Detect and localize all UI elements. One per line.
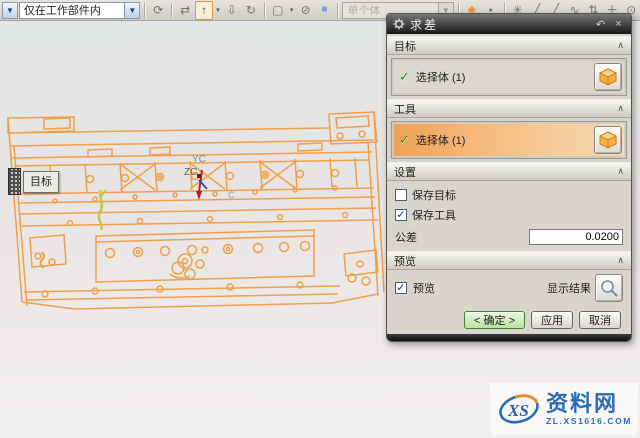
keep-tool-label: 保存工具 — [412, 207, 456, 223]
watermark-site-name: 资料网 — [546, 393, 632, 415]
show-result-button[interactable] — [595, 274, 623, 302]
refresh-icon[interactable]: ⟳ — [149, 2, 167, 19]
logo-text: XS — [507, 401, 529, 420]
keep-tool-checkbox[interactable]: ✓ — [395, 209, 407, 221]
cube-icon — [598, 130, 618, 150]
target-select-list: ✓ 选择体 (1) — [391, 58, 627, 96]
collapse-icon[interactable]: ∧ — [617, 255, 624, 266]
toolbar-dropdown-button[interactable]: ▼ — [2, 2, 18, 19]
tolerance-input[interactable] — [529, 229, 623, 245]
tolerance-row: 公差 — [387, 225, 631, 251]
show-result-label: 显示结果 — [547, 280, 591, 296]
dialog-title-bar[interactable]: 求差 ↶ × — [387, 14, 631, 34]
close-icon[interactable]: × — [612, 18, 625, 30]
orient-up-icon[interactable]: ↑ — [195, 1, 213, 20]
collapse-icon[interactable]: ∧ — [617, 166, 624, 177]
rotate-view-icon[interactable]: ↻ — [242, 2, 260, 19]
toolbar-separator — [264, 3, 265, 18]
watermark-site-url: ZL.XS1616.COM — [546, 417, 632, 426]
xc-axis-label: C — [228, 190, 235, 200]
snap-move-icon[interactable]: ⇩ — [223, 2, 241, 19]
cancel-button[interactable]: 取消 — [579, 311, 621, 329]
preview-label: 预览 — [413, 280, 435, 296]
keep-target-row: 保存目标 — [387, 185, 631, 205]
tooltip-label: 目标 — [23, 171, 59, 193]
selection-scope-combo[interactable]: 仅在工作部件内 ▼ — [19, 2, 140, 19]
keep-target-checkbox[interactable] — [395, 189, 407, 201]
tooltip-grip-icon[interactable] — [8, 168, 21, 195]
mold-wireframe-lines — [8, 112, 384, 309]
tool-select-label: 选择体 (1) — [416, 132, 466, 148]
subtract-dialog: 求差 ↶ × 目标 ∧ ✓ 选择体 (1) — [386, 13, 632, 342]
section-target-header[interactable]: 目标 ∧ — [387, 36, 631, 55]
dialog-bottom-grip[interactable] — [387, 334, 631, 341]
solid-body-icon[interactable]: ■ — [316, 2, 334, 19]
rectangle-select-icon[interactable]: ▢ — [269, 2, 287, 19]
chevron-down-icon[interactable]: ▼ — [124, 3, 139, 18]
section-preview-label: 预览 — [394, 253, 416, 269]
cube-icon — [598, 67, 618, 87]
apply-button[interactable]: 应用 — [531, 311, 573, 329]
keep-target-label: 保存目标 — [412, 187, 456, 203]
dialog-title: 求差 — [410, 16, 589, 33]
target-tooltip: 目标 — [8, 168, 59, 195]
toolbar-separator — [171, 3, 172, 18]
section-settings-label: 设置 — [394, 164, 416, 180]
collapse-icon[interactable]: ∧ — [617, 103, 624, 114]
magnifier-icon — [599, 278, 619, 298]
preview-row: ✓ 预览 显示结果 — [387, 270, 631, 305]
yc-axis-label: YC — [192, 154, 206, 165]
chevron-down-icon[interactable]: ▾ — [288, 2, 296, 19]
tool-select-list: ✓ 选择体 (1) — [391, 121, 627, 159]
zc-axis-label: ZC — [184, 167, 197, 178]
section-target-label: 目标 — [394, 38, 416, 54]
target-select-row[interactable]: ✓ 选择体 (1) — [394, 61, 624, 93]
collapse-icon[interactable]: ∧ — [617, 40, 624, 51]
move-object-icon[interactable]: ⇄ — [176, 2, 194, 19]
app-window: ▼ 仅在工作部件内 ▼ ⟳ ⇄ ↑ ▾ ⇩ ↻ ▢ ▾ ⊘ ■ 单个体 ▼ ◆ … — [0, 0, 640, 438]
chevron-down-icon[interactable]: ▾ — [214, 2, 222, 19]
target-select-label: 选择体 (1) — [416, 69, 466, 85]
dialog-buttons: < 确定 > 应用 取消 — [387, 305, 631, 329]
ok-button[interactable]: < 确定 > — [464, 311, 525, 329]
gear-icon — [393, 18, 405, 30]
section-tool-header[interactable]: 工具 ∧ — [387, 99, 631, 118]
tolerance-label: 公差 — [395, 229, 417, 245]
toolbar-separator — [144, 3, 145, 18]
section-preview-header[interactable]: 预览 ∧ — [387, 251, 631, 270]
tool-select-row[interactable]: ✓ 选择体 (1) — [394, 124, 624, 156]
check-icon: ✓ — [399, 132, 410, 148]
wireframe-model[interactable]: YC ZC C — [0, 106, 390, 331]
toolbar-separator — [337, 3, 338, 18]
no-selection-icon[interactable]: ⊘ — [297, 2, 315, 19]
watermark: XS 资料网 ZL.XS1616.COM — [490, 383, 638, 435]
keep-tool-row: ✓ 保存工具 — [387, 205, 631, 225]
section-tool-label: 工具 — [394, 101, 416, 117]
xs-logo-icon: XS — [496, 386, 542, 432]
select-body-button[interactable] — [594, 63, 622, 91]
preview-checkbox[interactable]: ✓ — [395, 282, 407, 294]
check-icon: ✓ — [399, 69, 410, 85]
section-settings-header[interactable]: 设置 ∧ — [387, 162, 631, 181]
selection-scope-value: 仅在工作部件内 — [20, 2, 124, 18]
reset-icon[interactable]: ↶ — [594, 18, 607, 31]
select-body-button[interactable] — [594, 126, 622, 154]
